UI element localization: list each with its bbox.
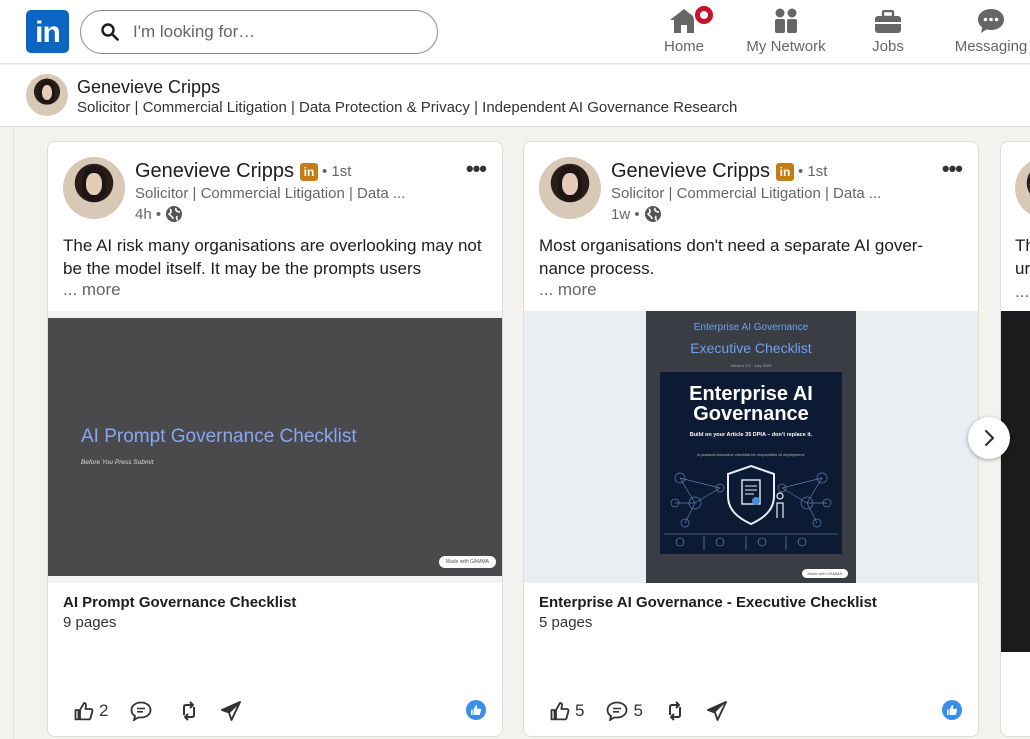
post-author[interactable]: Genevieve Cripps in • 1st <box>611 160 827 183</box>
poster-subtitle: Build on your Article 35 DPIA – don't re… <box>689 432 813 438</box>
like-count: 2 <box>99 701 109 720</box>
shield-document-illustration <box>664 464 838 550</box>
see-more-link[interactable]: ... more <box>539 280 597 300</box>
poster-title: Enterprise AI Governance <box>689 383 813 425</box>
search-bar[interactable] <box>80 10 438 54</box>
like-reaction-icon[interactable] <box>942 700 962 720</box>
post-actions: 2 <box>74 698 263 724</box>
made-with-badge: Made with GAMMA <box>438 556 496 568</box>
briefcase-icon <box>875 10 901 33</box>
post-time: 1w • <box>611 205 662 223</box>
avatar[interactable] <box>1015 157 1030 219</box>
post-text-line: ur <box>1015 259 1030 278</box>
connection-degree: • 1st <box>321 163 352 180</box>
slide-subtitle: Before You Press Submit <box>81 459 154 466</box>
document-title[interactable]: Enterprise AI Governance - Executive Che… <box>539 594 877 611</box>
send-button[interactable] <box>706 701 727 721</box>
comment-button[interactable]: 5 <box>606 701 643 721</box>
like-button[interactable]: 5 <box>550 701 584 721</box>
avatar[interactable] <box>26 74 68 116</box>
nav-my-network-label: My Network <box>746 38 826 55</box>
post-card: Genevieve Cripps in • 1st Solicitor | Co… <box>47 141 503 737</box>
nav-home-label: Home <box>663 38 704 55</box>
nav-jobs[interactable]: Jobs <box>862 6 914 58</box>
repost-button[interactable] <box>665 701 685 721</box>
made-with-badge: Made with GAMMA <box>801 569 848 578</box>
post-text-line: ... <box>1015 282 1030 301</box>
send-button[interactable] <box>221 701 242 721</box>
more-options-icon[interactable]: ••• <box>466 158 487 180</box>
document-slide: Enterprise AI Governance Executive Check… <box>646 311 856 583</box>
nav-home[interactable]: Home <box>658 4 715 58</box>
left-gutter <box>0 128 14 739</box>
like-icon <box>550 702 570 721</box>
post-time-text: 4h • <box>135 205 162 223</box>
carousel-next-button[interactable] <box>968 417 1010 459</box>
premium-badge: in <box>775 162 794 181</box>
slide-top-title: Executive Checklist <box>690 340 812 356</box>
slide-title: AI Prompt Governance Checklist <box>81 426 357 447</box>
avatar[interactable] <box>539 157 601 219</box>
more-options-icon[interactable]: ••• <box>942 158 963 180</box>
post-time: 4h • <box>135 205 183 223</box>
post-author-name[interactable]: Genevieve Cripps <box>135 160 294 183</box>
avatar[interactable] <box>63 157 125 219</box>
send-icon <box>221 701 242 721</box>
poster-description: A practical executive checklist for resp… <box>697 452 805 457</box>
comment-count: 5 <box>633 701 643 720</box>
top-nav: in Home My Network Jobs Messaging <box>0 0 1030 64</box>
repost-icon <box>183 701 196 721</box>
document-preview[interactable]: AI Prompt Governance Checklist Before Yo… <box>48 311 502 583</box>
post-time-text: 1w • <box>611 205 640 223</box>
like-icon <box>74 702 94 721</box>
search-input[interactable] <box>133 22 413 42</box>
post-author-headline: Solicitor | Commercial Litigation | Data… <box>611 185 882 202</box>
post-author[interactable]: Genevieve Cripps in • 1st <box>135 160 351 183</box>
like-button[interactable]: 2 <box>74 701 108 721</box>
comment-icon <box>607 701 628 721</box>
search-icon <box>101 23 119 41</box>
slide-version: Version 1.0 · July 2024 <box>730 363 772 368</box>
profile-header: Genevieve Cripps Solicitor | Commercial … <box>0 65 1030 127</box>
document-pages: 9 pages <box>63 614 117 631</box>
people-icon <box>775 8 797 33</box>
chevron-right-icon <box>984 429 995 447</box>
premium-badge: in <box>299 162 318 181</box>
globe-icon <box>166 206 183 222</box>
document-pages: 5 pages <box>539 614 593 631</box>
like-reaction-icon[interactable] <box>466 700 486 720</box>
document-title[interactable]: AI Prompt Governance Checklist <box>63 594 296 611</box>
slide-poster: Enterprise AI Governance Build on your A… <box>660 372 842 554</box>
nav-messaging[interactable]: Messaging <box>950 6 1030 58</box>
messaging-icon <box>978 9 1004 33</box>
post-text: The AI risk many organisations are overl… <box>63 236 482 278</box>
repost-button[interactable] <box>179 701 199 721</box>
globe-icon <box>644 206 661 222</box>
notification-badge <box>693 4 715 26</box>
document-slide: AI Prompt Governance Checklist Before Yo… <box>48 318 502 576</box>
connection-degree: • 1st <box>797 163 828 180</box>
send-icon <box>706 701 727 721</box>
profile-headline: Solicitor | Commercial Litigation | Data… <box>77 99 738 116</box>
like-count: 5 <box>575 701 585 720</box>
post-author-headline: Solicitor | Commercial Litigation | Data… <box>135 185 406 202</box>
nav-jobs-label: Jobs <box>872 38 904 55</box>
post-text: Th ur ... <box>1015 234 1030 303</box>
post-text-line: Th <box>1015 236 1030 255</box>
see-more-link[interactable]: ... more <box>63 280 121 300</box>
post-actions: 5 5 <box>550 698 749 724</box>
nav-messaging-label: Messaging <box>954 38 1028 55</box>
repost-icon <box>668 701 681 721</box>
comment-icon <box>131 701 152 721</box>
slide-top-label: Enterprise AI Governance <box>693 322 809 333</box>
linkedin-logo[interactable]: in <box>26 10 69 53</box>
post-card: Genevieve Cripps in • 1st Solicitor | Co… <box>523 141 979 737</box>
profile-name[interactable]: Genevieve Cripps <box>77 77 220 98</box>
post-text: Most organisations don't need a separate… <box>539 236 924 278</box>
comment-button[interactable] <box>130 701 157 721</box>
post-author-name[interactable]: Genevieve Cripps <box>611 160 770 183</box>
document-preview[interactable] <box>1001 311 1030 652</box>
nav-my-network[interactable]: My Network <box>742 6 830 58</box>
document-preview[interactable]: Enterprise AI Governance Executive Check… <box>524 311 978 583</box>
